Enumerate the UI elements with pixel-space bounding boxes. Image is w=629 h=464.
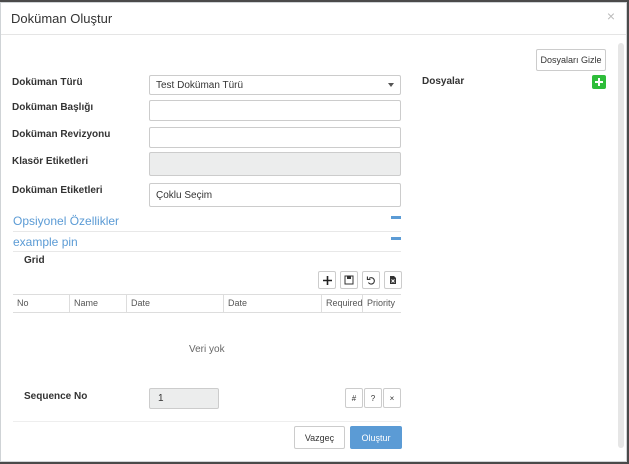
doc-revision-input[interactable]	[149, 127, 401, 148]
scrollbar[interactable]	[618, 43, 624, 448]
column-required[interactable]: Required	[322, 295, 363, 312]
folder-tags-label: Klasör Etiketleri	[12, 156, 89, 167]
files-label: Dosyalar	[422, 76, 465, 87]
chevron-down-icon	[388, 83, 394, 87]
column-date[interactable]: Date	[224, 295, 322, 312]
hide-files-button[interactable]: Dosyaları Gizle	[536, 49, 606, 71]
hash-button[interactable]: #	[345, 388, 363, 408]
add-row-button[interactable]	[318, 271, 336, 289]
doc-tags-label: Doküman Etiketleri	[12, 185, 103, 196]
example-pin-header[interactable]: example pin	[13, 235, 78, 249]
cancel-button[interactable]: Vazgeç	[294, 426, 345, 449]
file-export-icon	[390, 276, 396, 284]
column-no[interactable]: No	[13, 295, 70, 312]
plus-icon	[322, 275, 332, 285]
sequence-no-label: Sequence No	[24, 391, 88, 402]
grid-empty-message: Veri yok	[189, 344, 225, 355]
column-priority[interactable]: Priority	[363, 295, 401, 312]
grid-header-row: No Name Date Date Required Priority	[13, 294, 401, 313]
doc-revision-label: Doküman Revizyonu	[12, 129, 111, 140]
close-icon[interactable]: ×	[607, 8, 615, 24]
undo-icon	[366, 276, 375, 285]
column-name[interactable]: Name	[70, 295, 127, 312]
add-file-icon[interactable]	[592, 75, 606, 89]
grid-label: Grid	[24, 255, 45, 266]
export-button[interactable]	[384, 271, 402, 289]
folder-tags-input	[149, 152, 401, 176]
doc-type-value: Test Doküman Türü	[156, 79, 244, 91]
collapse-icon[interactable]	[391, 237, 401, 240]
divider	[13, 231, 401, 232]
footer-divider	[13, 421, 401, 422]
optional-properties-header[interactable]: Opsiyonel Özellikler	[13, 214, 119, 228]
doc-title-input[interactable]	[149, 100, 401, 121]
doc-tags-multiselect[interactable]: Çoklu Seçim	[149, 183, 401, 207]
help-button[interactable]: ?	[364, 388, 382, 408]
clear-button[interactable]: ×	[383, 388, 401, 408]
doc-title-label: Doküman Başlığı	[12, 102, 94, 113]
column-date[interactable]: Date	[127, 295, 224, 312]
create-document-dialog: Doküman Oluştur × Dosyaları Gizle Dosyal…	[0, 2, 627, 462]
sequence-no-input: 1	[149, 388, 219, 409]
save-icon	[344, 275, 354, 285]
create-button[interactable]: Oluştur	[350, 426, 402, 449]
undo-button[interactable]	[362, 271, 380, 289]
save-grid-button[interactable]	[340, 271, 358, 289]
doc-type-label: Doküman Türü	[12, 77, 83, 88]
collapse-icon[interactable]	[391, 216, 401, 219]
divider	[13, 251, 401, 252]
dialog-header: Doküman Oluştur ×	[1, 3, 626, 35]
doc-type-select[interactable]: Test Doküman Türü	[149, 75, 401, 95]
dialog-title: Doküman Oluştur	[11, 11, 113, 26]
